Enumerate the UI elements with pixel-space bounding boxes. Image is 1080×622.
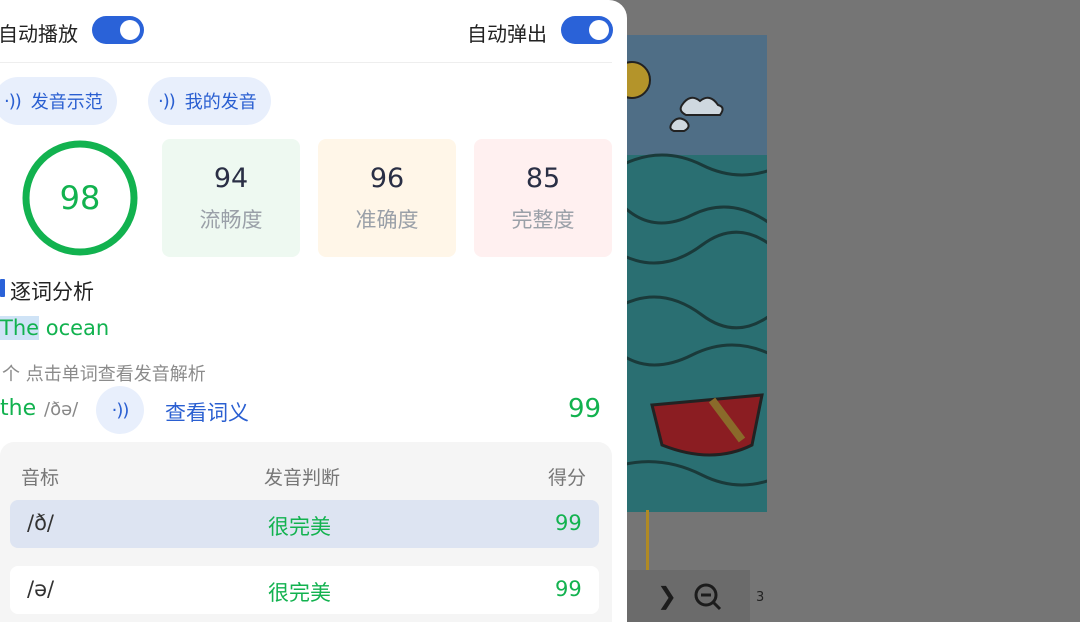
demo-pronunciation-label: 发音示范	[30, 92, 103, 113]
section-marker	[0, 279, 5, 297]
completeness-label: 完整度	[511, 207, 575, 232]
row-score: 99	[555, 511, 582, 535]
my-pronunciation-label: 我的发音	[184, 92, 257, 113]
sound-wave-icon: ·))	[158, 90, 176, 112]
reader-toolbar	[622, 570, 750, 622]
table-row[interactable]: /ð/ 很完美 99	[10, 500, 599, 548]
word-score: 99	[568, 394, 602, 424]
selected-word: the	[0, 396, 37, 421]
header-score: 得分	[548, 467, 587, 489]
toggle-knob	[120, 20, 140, 40]
next-page-icon[interactable]: ❯	[657, 582, 677, 610]
demo-pronunciation-button[interactable]: ·)) 发音示范	[0, 77, 117, 125]
auto-popup-toggle[interactable]	[561, 16, 613, 44]
toggle-knob	[589, 20, 609, 40]
divider	[0, 62, 612, 63]
zoom-out-icon[interactable]	[693, 582, 723, 618]
word-analysis-title: 逐词分析	[10, 280, 94, 304]
sound-wave-icon: ·))	[111, 399, 130, 421]
selected-word-ipa: /ðə/	[44, 399, 79, 420]
header-judgement: 发音判断	[264, 467, 341, 489]
fluency-card: 94 流畅度	[162, 139, 300, 257]
overall-score: 98	[59, 179, 101, 217]
accuracy-card: 96 准确度	[318, 139, 456, 257]
sentence-word-selected[interactable]: The	[0, 316, 40, 340]
sentence-text: The ocean	[0, 316, 109, 340]
view-definition-link[interactable]: 查看词义	[165, 397, 249, 427]
row-score: 99	[555, 577, 582, 601]
my-pronunciation-button[interactable]: ·)) 我的发音	[148, 77, 271, 125]
tap-hint: 个 点击单词查看发音解析	[2, 364, 206, 385]
sound-wave-icon: ·))	[4, 90, 22, 112]
auto-play-label: 自动播放	[0, 22, 78, 46]
accuracy-score: 96	[369, 162, 405, 194]
fluency-score: 94	[213, 162, 249, 194]
row-phoneme: /ə/	[27, 577, 55, 601]
row-phoneme: /ð/	[27, 511, 54, 535]
sentence-word[interactable]: ocean	[39, 316, 110, 340]
table-row[interactable]: /ə/ 很完美 99	[10, 566, 599, 614]
book-illustration	[622, 35, 767, 512]
fluency-label: 流畅度	[199, 207, 263, 232]
row-judgement: 很完美	[268, 581, 331, 605]
word-play-button[interactable]: ·))	[96, 386, 144, 434]
header-phoneme: 音标	[21, 467, 60, 489]
auto-popup-label: 自动弹出	[467, 22, 547, 46]
completeness-score: 85	[525, 162, 561, 194]
auto-play-toggle[interactable]	[92, 16, 144, 44]
page-number: 3	[756, 590, 765, 605]
evaluation-panel: 自动播放 自动弹出 ·)) 发音示范 ·)) 我的发音 98 94 流畅度 96…	[0, 0, 627, 622]
row-judgement: 很完美	[268, 515, 331, 539]
completeness-card: 85 完整度	[474, 139, 612, 257]
accuracy-label: 准确度	[355, 207, 419, 232]
